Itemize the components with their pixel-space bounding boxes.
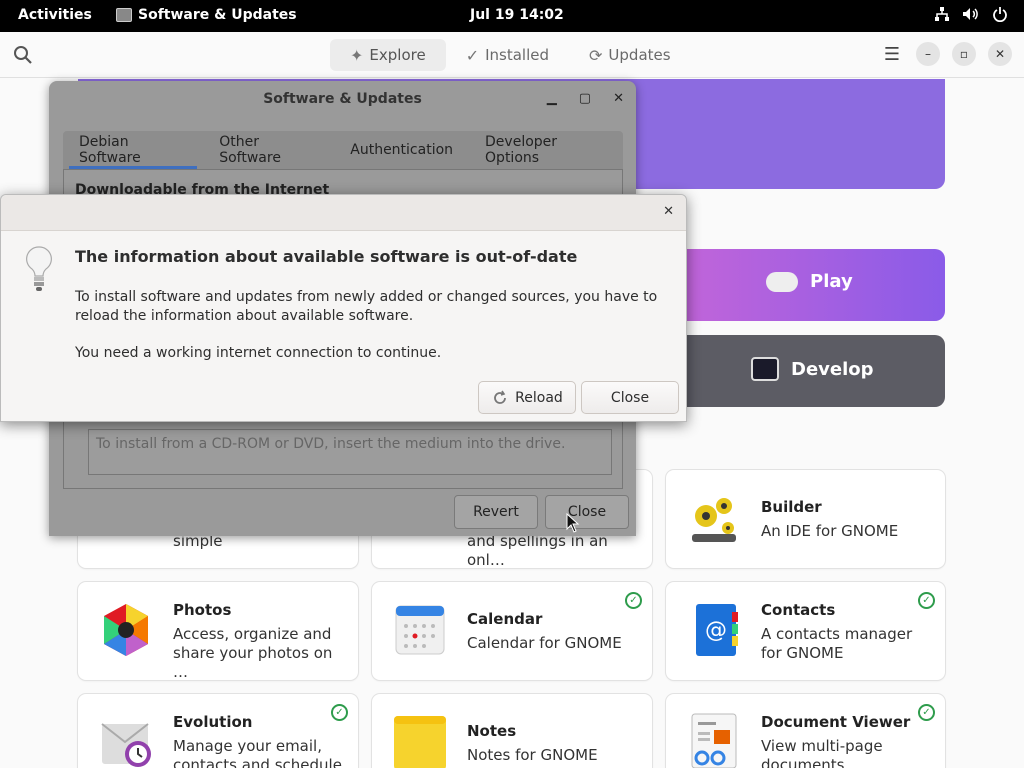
software-header-bar: ✦ Explore ✓ Installed ⟳ Updates ☰ – ▫ ✕: [0, 32, 1024, 78]
app-name: Software & Updates: [138, 7, 297, 23]
installed-check-icon: ✓: [918, 592, 935, 609]
dialog-close-icon[interactable]: ✕: [663, 204, 674, 219]
su-maximize-button[interactable]: ▢: [579, 91, 591, 106]
updates-icon: ⟳: [589, 45, 603, 65]
volume-icon: [963, 8, 978, 20]
reload-button-label: Reload: [515, 389, 563, 406]
app-desc: A contacts manager for GNOME: [761, 625, 913, 662]
svg-text:@: @: [705, 618, 727, 643]
app-desc: View multi-page documents: [761, 737, 883, 768]
tab-updates-label: Updates: [608, 46, 671, 64]
app-menu[interactable]: Software & Updates: [116, 7, 297, 23]
top-bar: Activities Software & Updates Jul 19 14:…: [0, 0, 1024, 32]
app-tile-contacts[interactable]: @ ✓ Contacts A contacts manager for GNOM…: [666, 582, 945, 680]
tab-authentication[interactable]: Authentication: [334, 131, 469, 169]
minimize-button[interactable]: –: [916, 42, 940, 66]
app-desc: An IDE for GNOME: [761, 522, 899, 540]
category-develop-label: Develop: [791, 358, 874, 380]
su-close-window-button[interactable]: ✕: [613, 91, 624, 106]
app-name: Evolution: [173, 713, 253, 731]
activities-button[interactable]: Activities: [18, 7, 92, 23]
category-develop-label-group: Develop: [751, 357, 874, 381]
app-tile-document-viewer[interactable]: ✓ Document Viewer View multi-page docume…: [666, 694, 945, 768]
cdrom-hint-text: To install from a CD-ROM or DVD, insert …: [96, 436, 566, 452]
system-tray[interactable]: [934, 6, 1008, 22]
dialog-message: To install software and updates from new…: [75, 289, 658, 324]
tab-other-software[interactable]: Other Software: [203, 131, 334, 169]
category-play-label: Play: [810, 271, 853, 292]
dialog-titlebar[interactable]: ✕: [1, 195, 686, 231]
network-icon: [935, 7, 949, 21]
photos-icon: [104, 604, 148, 656]
category-play-label-group: Play: [766, 271, 853, 292]
power-icon: [993, 7, 1007, 22]
mouse-pointer-icon: [566, 513, 580, 533]
explore-icon: ✦: [350, 45, 364, 65]
window-controls: ☰ – ▫ ✕: [880, 42, 1012, 66]
app-name: Document Viewer: [761, 713, 911, 731]
clock[interactable]: Jul 19 14:02: [470, 7, 564, 23]
cdrom-hint-box: To install from a CD-ROM or DVD, insert …: [88, 429, 612, 475]
document-viewer-icon: [691, 713, 737, 768]
su-close-button[interactable]: Close: [545, 495, 629, 529]
revert-button[interactable]: Revert: [454, 495, 538, 529]
tab-updates[interactable]: ⟳ Updates: [569, 39, 691, 71]
su-window-controls: ▁ ▢ ✕: [547, 91, 624, 106]
app-name: Notes: [467, 722, 517, 740]
su-tab-bar: Debian Software Other Software Authentic…: [63, 131, 623, 169]
dialog-heading: The information about available software…: [75, 247, 578, 266]
contacts-icon: @: [696, 604, 738, 656]
app-tile-calendar[interactable]: ✓ Calendar Calendar for GNOME: [372, 582, 652, 680]
hamburger-menu-icon[interactable]: ☰: [880, 44, 904, 65]
app-desc: Notes for GNOME: [467, 746, 598, 764]
su-titlebar[interactable]: Software & Updates ▁ ▢ ✕: [49, 81, 636, 117]
su-minimize-button[interactable]: ▁: [547, 91, 557, 106]
tab-explore[interactable]: ✦ Explore: [330, 39, 446, 71]
lightbulb-icon: [26, 246, 52, 291]
builder-icon: [692, 498, 736, 542]
evolution-icon: [101, 723, 151, 767]
maximize-button[interactable]: ▫: [952, 42, 976, 66]
search-icon[interactable]: [12, 44, 34, 66]
installed-check-icon: ✓: [331, 704, 348, 721]
installed-icon: ✓: [465, 45, 480, 65]
gamepad-icon: [766, 271, 798, 292]
software-updates-app-icon: [116, 8, 132, 22]
calendar-icon: [395, 605, 445, 655]
app-name: Photos: [173, 601, 232, 619]
close-window-button[interactable]: ✕: [988, 42, 1012, 66]
dialog-connection-note: You need a working internet connection t…: [75, 345, 442, 361]
app-desc: Manage your email, contacts and schedule: [173, 737, 342, 768]
installed-check-icon: ✓: [625, 592, 642, 609]
app-desc: and spellings in an onl…: [467, 532, 608, 569]
reload-icon: [494, 390, 507, 404]
app-tile-photos[interactable]: Photos Access, organize and share your p…: [78, 582, 358, 681]
tab-installed[interactable]: ✓ Installed: [446, 39, 569, 71]
app-name: Calendar: [467, 610, 543, 628]
app-desc: Calendar for GNOME: [467, 634, 622, 652]
tab-debian-software[interactable]: Debian Software: [63, 131, 203, 169]
view-switcher: ✦ Explore ✓ Installed ⟳ Updates: [330, 39, 691, 71]
dialog-close-button[interactable]: Close: [581, 381, 679, 414]
notes-icon: [394, 716, 446, 768]
reload-button[interactable]: Reload: [478, 381, 576, 414]
app-desc: Access, organize and share your photos o…: [173, 625, 333, 681]
app-tile-evolution[interactable]: ✓ Evolution Manage your email, contacts …: [78, 694, 358, 768]
terminal-icon: [751, 357, 779, 381]
installed-check-icon: ✓: [918, 704, 935, 721]
app-tile-builder[interactable]: Builder An IDE for GNOME: [666, 470, 945, 568]
out-of-date-dialog: ✕ The information about available softwa…: [0, 194, 687, 422]
tab-installed-label: Installed: [485, 46, 550, 64]
app-name: Builder: [761, 498, 822, 516]
app-tile-notes[interactable]: Notes Notes for GNOME: [372, 694, 652, 768]
tab-developer-options[interactable]: Developer Options: [469, 131, 623, 169]
tab-explore-label: Explore: [369, 46, 426, 64]
app-name: Contacts: [761, 601, 836, 619]
